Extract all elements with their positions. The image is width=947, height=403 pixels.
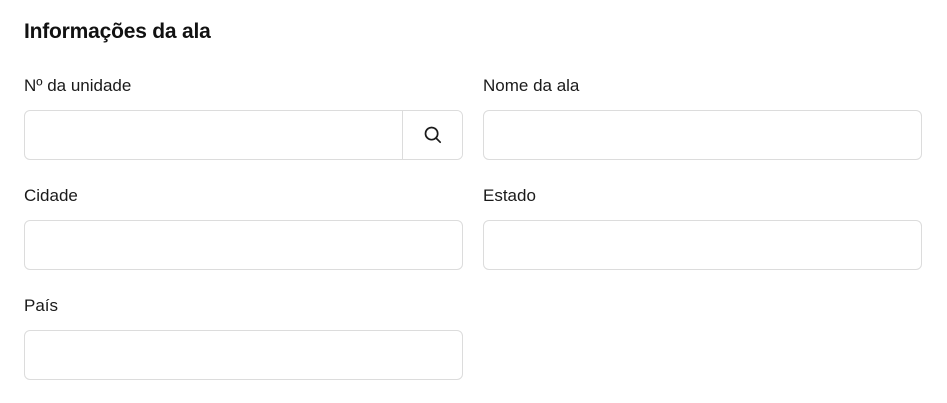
unit-search-button[interactable] <box>402 111 462 159</box>
ward-name-field: Nome da ala <box>483 76 922 160</box>
country-input-group <box>24 330 463 380</box>
search-icon <box>423 125 443 145</box>
country-input[interactable] <box>25 331 462 379</box>
unit-number-field: Nº da unidade <box>24 76 463 160</box>
state-input[interactable] <box>484 221 921 269</box>
state-field: Estado <box>483 186 922 270</box>
city-input[interactable] <box>25 221 462 269</box>
city-field: Cidade <box>24 186 463 270</box>
city-label: Cidade <box>24 186 78 205</box>
unit-number-input-group <box>24 110 463 160</box>
city-input-group <box>24 220 463 270</box>
ward-name-input-group <box>483 110 922 160</box>
unit-number-input[interactable] <box>25 111 402 159</box>
country-field: País <box>24 296 463 380</box>
ward-name-label: Nome da ala <box>483 76 580 95</box>
ward-name-input[interactable] <box>484 111 921 159</box>
section-title: Informações da ala <box>24 20 211 43</box>
state-label: Estado <box>483 186 536 205</box>
country-label: País <box>24 296 59 315</box>
state-input-group <box>483 220 922 270</box>
unit-number-label: Nº da unidade <box>24 76 132 95</box>
